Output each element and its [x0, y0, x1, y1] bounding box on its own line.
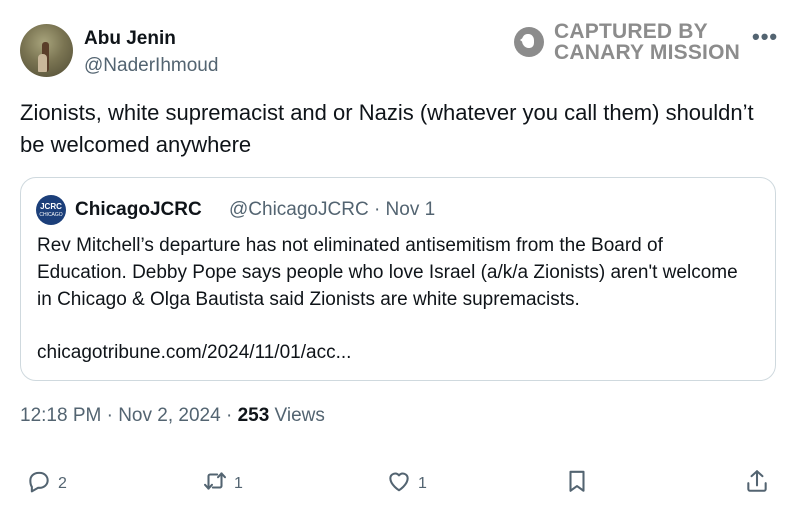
author-name[interactable]: Abu Jenin [84, 28, 176, 50]
bookmark-button[interactable] [564, 468, 590, 499]
watermark-text: CAPTURED BY CANARY MISSION [554, 21, 740, 63]
views-label: Views [269, 405, 325, 426]
tweet-timestamp: 12:18 PM · Nov 2, 2024 · 253 Views [20, 405, 325, 427]
tweet-text: Zionists, white supremacist and or Nazis… [20, 100, 754, 157]
heart-icon [386, 468, 412, 499]
avatar-figure [38, 54, 47, 72]
share-icon [744, 468, 770, 499]
canary-logo-icon [514, 27, 544, 57]
reply-button[interactable]: 2 [26, 468, 67, 499]
like-button[interactable]: 1 [386, 468, 427, 499]
quoted-avatar[interactable]: JCRC CHICAGO [36, 195, 66, 225]
retweet-count: 1 [234, 474, 243, 492]
timestamp-time-date[interactable]: 12:18 PM · Nov 2, 2024 · [20, 405, 238, 426]
retweet-icon [202, 468, 228, 499]
watermark: CAPTURED BY CANARY MISSION [514, 21, 740, 63]
like-count: 1 [418, 474, 427, 492]
share-button[interactable] [744, 468, 770, 499]
more-options-button[interactable]: ••• [752, 24, 778, 50]
reply-count: 2 [58, 474, 67, 492]
quoted-author-name[interactable]: ChicagoJCRC [75, 199, 202, 221]
action-bar: 2 1 1 [0, 468, 800, 498]
reply-icon [26, 468, 52, 499]
quoted-tweet[interactable]: JCRC CHICAGO ChicagoJCRC @ChicagoJCRC · … [20, 177, 776, 381]
quoted-link[interactable]: chicagotribune.com/2024/11/01/acc... [37, 342, 351, 364]
author-handle[interactable]: @NaderIhmoud [84, 55, 218, 77]
quoted-author-meta[interactable]: @ChicagoJCRC · Nov 1 [229, 199, 435, 221]
watermark-line2: CANARY MISSION [554, 41, 740, 64]
watermark-line1: CAPTURED BY [554, 20, 708, 43]
retweet-button[interactable]: 1 [202, 468, 243, 499]
quoted-avatar-text: JCRC [40, 202, 62, 211]
quoted-avatar-subtext: CHICAGO [39, 212, 63, 218]
author-avatar[interactable] [20, 24, 73, 77]
views-count: 253 [237, 405, 270, 426]
quoted-text: Rev Mitchell’s departure has not elimina… [37, 235, 738, 310]
bookmark-icon [564, 468, 590, 499]
